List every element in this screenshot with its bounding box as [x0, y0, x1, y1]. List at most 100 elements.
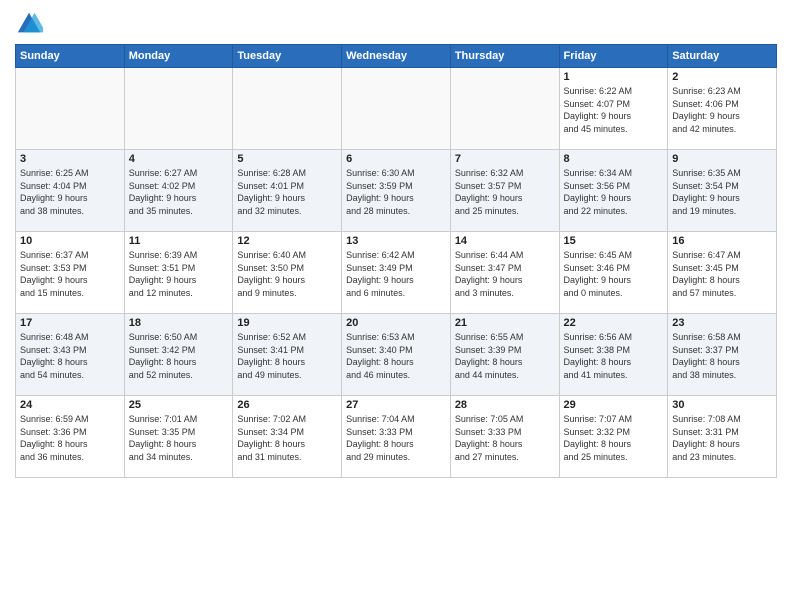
calendar-cell	[342, 68, 451, 150]
header-day: Monday	[124, 45, 233, 68]
day-info: Sunrise: 6:22 AM Sunset: 4:07 PM Dayligh…	[564, 85, 664, 135]
day-number: 26	[237, 399, 337, 411]
calendar-cell: 1 Sunrise: 6:22 AM Sunset: 4:07 PM Daylig…	[559, 68, 668, 150]
calendar-cell: 7Sunrise: 6:32 AM Sunset: 3:57 PM Daylig…	[450, 150, 559, 232]
day-number: 9	[672, 153, 772, 165]
calendar-cell: 4 Sunrise: 6:27 AM Sunset: 4:02 PM Daylig…	[124, 150, 233, 232]
day-number: 4	[129, 153, 229, 165]
day-info: Sunrise: 7:08 AM Sunset: 3:31 PM Dayligh…	[672, 413, 772, 463]
calendar-cell: 20Sunrise: 6:53 AM Sunset: 3:40 PM Dayli…	[342, 314, 451, 396]
day-info: Sunrise: 6:37 AM Sunset: 3:53 PM Dayligh…	[20, 249, 120, 299]
day-info: Sunrise: 6:47 AM Sunset: 3:45 PM Dayligh…	[672, 249, 772, 299]
day-info: Sunrise: 6:28 AM Sunset: 4:01 PM Dayligh…	[237, 167, 337, 217]
calendar-cell: 19 Sunrise: 6:52 AM Sunset: 3:41 PM Dayli…	[233, 314, 342, 396]
day-number: 2	[672, 71, 772, 83]
day-number: 28	[455, 399, 555, 411]
calendar-cell	[16, 68, 125, 150]
calendar-cell: 27 Sunrise: 7:04 AM Sunset: 3:33 PM Dayli…	[342, 396, 451, 478]
calendar-cell: 8Sunrise: 6:34 AM Sunset: 3:56 PM Daylig…	[559, 150, 668, 232]
header-day: Friday	[559, 45, 668, 68]
day-number: 22	[564, 317, 664, 329]
day-number: 14	[455, 235, 555, 247]
calendar-table: SundayMondayTuesdayWednesdayThursdayFrid…	[15, 44, 777, 478]
calendar-cell: 25 Sunrise: 7:01 AM Sunset: 3:35 PM Dayli…	[124, 396, 233, 478]
day-info: Sunrise: 6:40 AM Sunset: 3:50 PM Dayligh…	[237, 249, 337, 299]
day-number: 18	[129, 317, 229, 329]
calendar-cell: 22 Sunrise: 6:56 AM Sunset: 3:38 PM Dayli…	[559, 314, 668, 396]
calendar-cell: 18Sunrise: 6:50 AM Sunset: 3:42 PM Dayli…	[124, 314, 233, 396]
calendar-cell: 21Sunrise: 6:55 AM Sunset: 3:39 PM Dayli…	[450, 314, 559, 396]
day-number: 10	[20, 235, 120, 247]
day-info: Sunrise: 6:45 AM Sunset: 3:46 PM Dayligh…	[564, 249, 664, 299]
day-info: Sunrise: 6:52 AM Sunset: 3:41 PM Dayligh…	[237, 331, 337, 381]
calendar-cell: 10 Sunrise: 6:37 AM Sunset: 3:53 PM Dayli…	[16, 232, 125, 314]
day-number: 21	[455, 317, 555, 329]
header-day: Sunday	[16, 45, 125, 68]
day-info: Sunrise: 7:01 AM Sunset: 3:35 PM Dayligh…	[129, 413, 229, 463]
calendar-header-row: SundayMondayTuesdayWednesdayThursdayFrid…	[16, 45, 777, 68]
calendar-cell: 14Sunrise: 6:44 AM Sunset: 3:47 PM Dayli…	[450, 232, 559, 314]
day-number: 3	[20, 153, 120, 165]
day-info: Sunrise: 6:23 AM Sunset: 4:06 PM Dayligh…	[672, 85, 772, 135]
day-info: Sunrise: 6:25 AM Sunset: 4:04 PM Dayligh…	[20, 167, 120, 217]
header-day: Tuesday	[233, 45, 342, 68]
calendar-cell: 2 Sunrise: 6:23 AM Sunset: 4:06 PM Daylig…	[668, 68, 777, 150]
calendar-week-row: 10 Sunrise: 6:37 AM Sunset: 3:53 PM Dayli…	[16, 232, 777, 314]
calendar-week-row: 3 Sunrise: 6:25 AM Sunset: 4:04 PM Daylig…	[16, 150, 777, 232]
calendar-cell: 9 Sunrise: 6:35 AM Sunset: 3:54 PM Daylig…	[668, 150, 777, 232]
day-info: Sunrise: 6:39 AM Sunset: 3:51 PM Dayligh…	[129, 249, 229, 299]
day-number: 11	[129, 235, 229, 247]
day-info: Sunrise: 6:59 AM Sunset: 3:36 PM Dayligh…	[20, 413, 120, 463]
day-info: Sunrise: 6:27 AM Sunset: 4:02 PM Dayligh…	[129, 167, 229, 217]
day-number: 24	[20, 399, 120, 411]
day-info: Sunrise: 7:04 AM Sunset: 3:33 PM Dayligh…	[346, 413, 446, 463]
logo	[15, 10, 47, 38]
day-number: 25	[129, 399, 229, 411]
calendar-week-row: 17 Sunrise: 6:48 AM Sunset: 3:43 PM Dayli…	[16, 314, 777, 396]
calendar-cell: 24 Sunrise: 6:59 AM Sunset: 3:36 PM Dayli…	[16, 396, 125, 478]
day-info: Sunrise: 7:05 AM Sunset: 3:33 PM Dayligh…	[455, 413, 555, 463]
calendar-week-row: 1 Sunrise: 6:22 AM Sunset: 4:07 PM Daylig…	[16, 68, 777, 150]
calendar-cell	[450, 68, 559, 150]
day-number: 17	[20, 317, 120, 329]
calendar-cell: 13Sunrise: 6:42 AM Sunset: 3:49 PM Dayli…	[342, 232, 451, 314]
calendar-cell: 6Sunrise: 6:30 AM Sunset: 3:59 PM Daylig…	[342, 150, 451, 232]
day-info: Sunrise: 6:56 AM Sunset: 3:38 PM Dayligh…	[564, 331, 664, 381]
header-day: Thursday	[450, 45, 559, 68]
day-info: Sunrise: 6:42 AM Sunset: 3:49 PM Dayligh…	[346, 249, 446, 299]
day-number: 16	[672, 235, 772, 247]
calendar-cell: 23 Sunrise: 6:58 AM Sunset: 3:37 PM Dayli…	[668, 314, 777, 396]
calendar-cell: 3 Sunrise: 6:25 AM Sunset: 4:04 PM Daylig…	[16, 150, 125, 232]
logo-icon	[15, 10, 43, 38]
day-number: 7	[455, 153, 555, 165]
calendar-cell: 11 Sunrise: 6:39 AM Sunset: 3:51 PM Dayli…	[124, 232, 233, 314]
day-number: 5	[237, 153, 337, 165]
day-info: Sunrise: 6:35 AM Sunset: 3:54 PM Dayligh…	[672, 167, 772, 217]
day-number: 29	[564, 399, 664, 411]
day-info: Sunrise: 6:34 AM Sunset: 3:56 PM Dayligh…	[564, 167, 664, 217]
calendar-cell	[124, 68, 233, 150]
day-info: Sunrise: 6:48 AM Sunset: 3:43 PM Dayligh…	[20, 331, 120, 381]
calendar-week-row: 24 Sunrise: 6:59 AM Sunset: 3:36 PM Dayli…	[16, 396, 777, 478]
calendar-cell: 15 Sunrise: 6:45 AM Sunset: 3:46 PM Dayli…	[559, 232, 668, 314]
day-info: Sunrise: 7:02 AM Sunset: 3:34 PM Dayligh…	[237, 413, 337, 463]
calendar-page: SundayMondayTuesdayWednesdayThursdayFrid…	[0, 0, 792, 612]
calendar-cell: 30 Sunrise: 7:08 AM Sunset: 3:31 PM Dayli…	[668, 396, 777, 478]
day-info: Sunrise: 6:58 AM Sunset: 3:37 PM Dayligh…	[672, 331, 772, 381]
day-number: 1	[564, 71, 664, 83]
calendar-cell: 16 Sunrise: 6:47 AM Sunset: 3:45 PM Dayli…	[668, 232, 777, 314]
day-number: 23	[672, 317, 772, 329]
header-day: Wednesday	[342, 45, 451, 68]
day-number: 15	[564, 235, 664, 247]
day-number: 19	[237, 317, 337, 329]
day-info: Sunrise: 6:30 AM Sunset: 3:59 PM Dayligh…	[346, 167, 446, 217]
calendar-cell: 5 Sunrise: 6:28 AM Sunset: 4:01 PM Daylig…	[233, 150, 342, 232]
calendar-cell: 17 Sunrise: 6:48 AM Sunset: 3:43 PM Dayli…	[16, 314, 125, 396]
calendar-cell: 12Sunrise: 6:40 AM Sunset: 3:50 PM Dayli…	[233, 232, 342, 314]
page-header	[15, 10, 777, 38]
calendar-cell: 28 Sunrise: 7:05 AM Sunset: 3:33 PM Dayli…	[450, 396, 559, 478]
day-number: 27	[346, 399, 446, 411]
header-day: Saturday	[668, 45, 777, 68]
calendar-cell: 26 Sunrise: 7:02 AM Sunset: 3:34 PM Dayli…	[233, 396, 342, 478]
day-number: 30	[672, 399, 772, 411]
